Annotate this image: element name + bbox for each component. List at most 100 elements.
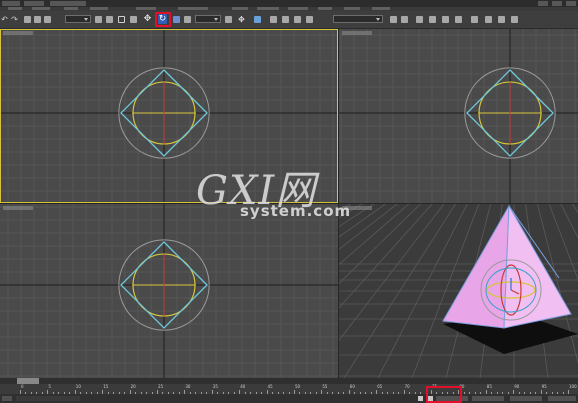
unlink-icon (34, 15, 41, 23)
keyboard-shortcut-toggle[interactable] (253, 14, 262, 24)
place-icon (184, 15, 191, 23)
angle-snap-toggle[interactable] (281, 14, 290, 24)
snap-icon (270, 15, 277, 23)
timeline-tick-label: 70 (404, 384, 410, 389)
track-bar[interactable]: 0 5 10 15 20 25 30 35 40 45 50 55 60 65 70 75 80 85 90 95 10… (0, 384, 578, 394)
z-coordinate-field[interactable] (510, 396, 542, 401)
layer-icon (416, 15, 423, 23)
timeline-tick-label: 20 (130, 384, 136, 389)
bind-spacewarp-icon (44, 15, 51, 23)
link-icon (24, 15, 31, 23)
workspace-selector[interactable] (50, 1, 86, 6)
keyboard-icon (254, 15, 261, 23)
menu-item[interactable] (8, 7, 22, 10)
align-button[interactable] (400, 14, 409, 24)
selection-filter-dropdown[interactable] (65, 15, 91, 23)
menu-item[interactable] (136, 7, 156, 10)
frame-window-icon (498, 15, 505, 23)
spinner-snap-toggle[interactable] (305, 14, 314, 24)
selection-region-icon (118, 15, 125, 23)
select-object-icon (95, 15, 102, 23)
place-button[interactable] (183, 14, 192, 24)
snaps-toggle[interactable] (269, 14, 278, 24)
mirror-button[interactable] (389, 14, 398, 24)
ribbon-icon (429, 15, 436, 23)
render-setup-button[interactable] (484, 14, 493, 24)
select-and-move-button[interactable]: ✥ (143, 14, 152, 24)
highlight-box-rotate (155, 12, 171, 27)
undo-button[interactable]: ↶ (0, 14, 9, 24)
menu-item[interactable] (344, 7, 360, 10)
named-selection-sets-dropdown[interactable] (333, 15, 383, 23)
lock-selection-icon[interactable] (418, 396, 423, 401)
pyramid-face-right (503, 204, 572, 329)
highlight-box-coordinates (426, 386, 462, 403)
viewport-label[interactable] (3, 206, 33, 210)
grid-size-field[interactable] (548, 396, 576, 401)
timeline-tick-label: 100 (569, 384, 577, 389)
material-editor-button[interactable] (470, 14, 479, 24)
timeline-tick-label: 85 (486, 384, 492, 389)
redo-button[interactable]: ↷ (10, 14, 19, 24)
selection-status-text (16, 396, 80, 401)
manipulate-icon: ✥ (238, 14, 245, 24)
menu-item[interactable] (64, 7, 78, 10)
selection-region-button[interactable] (117, 14, 126, 24)
select-manipulate-button[interactable]: ✥ (237, 14, 246, 24)
window-crossing-icon (130, 15, 137, 23)
menu-item[interactable] (318, 7, 332, 10)
minimize-button[interactable] (538, 1, 548, 6)
angle-snap-icon (282, 15, 289, 23)
watermark: GXI网 system.com (188, 158, 352, 248)
quick-access-toolbar[interactable] (24, 1, 44, 6)
menu-item[interactable] (288, 7, 308, 10)
app-menu-button[interactable] (2, 1, 20, 6)
rendered-frame-window-button[interactable] (497, 14, 506, 24)
layer-explorer-button[interactable] (415, 14, 424, 24)
select-object-button[interactable] (94, 14, 103, 24)
link-button[interactable] (23, 14, 32, 24)
curve-editor-icon (442, 15, 449, 23)
viewport-front-canvas (339, 29, 578, 203)
scale-icon (173, 15, 180, 23)
percent-snap-toggle[interactable] (293, 14, 302, 24)
spinner-snap-icon (306, 15, 313, 23)
timeline-tick-label: 65 (377, 384, 383, 389)
reference-coordinate-dropdown[interactable] (195, 15, 221, 23)
close-window-button[interactable] (566, 1, 576, 6)
maximize-button[interactable] (552, 1, 562, 6)
menu-item[interactable] (372, 7, 390, 10)
timeline-tick-label: 5 (48, 384, 51, 389)
menu-item[interactable] (232, 7, 248, 10)
select-by-name-button[interactable] (105, 14, 114, 24)
timeline-tick-label: 45 (267, 384, 273, 389)
menu-item[interactable] (90, 7, 108, 10)
viewport-label[interactable] (342, 31, 372, 35)
pivot-center-button[interactable] (224, 14, 233, 24)
main-toolbar: ↶ ↷ ✥ ↻ ✥ (0, 11, 578, 29)
viewport-front[interactable] (339, 29, 578, 203)
render-setup-icon (485, 15, 492, 23)
title-bar (0, 0, 578, 7)
graphite-ribbon-button[interactable] (428, 14, 437, 24)
y-coordinate-field[interactable] (472, 396, 504, 401)
viewport-label[interactable] (3, 31, 33, 35)
bind-spacewarp-button[interactable] (43, 14, 52, 24)
move-icon: ✥ (143, 14, 152, 24)
window-crossing-button[interactable] (129, 14, 138, 24)
curve-editor-button[interactable] (441, 14, 450, 24)
viewport-perspective[interactable] (339, 204, 578, 378)
menu-item[interactable] (178, 7, 208, 10)
timeline-tick-label: 95 (541, 384, 547, 389)
menu-item[interactable] (32, 7, 50, 10)
select-and-scale-button[interactable] (172, 14, 181, 24)
render-production-button[interactable] (510, 14, 519, 24)
menu-item[interactable] (257, 7, 279, 10)
schematic-view-button[interactable] (454, 14, 463, 24)
maxscript-listener-button[interactable] (2, 396, 12, 401)
watermark-url: system.com (240, 202, 352, 220)
unlink-button[interactable] (33, 14, 42, 24)
undo-icon: ↶ (1, 14, 8, 24)
select-by-name-icon (106, 15, 113, 23)
viewport-perspective-canvas (339, 204, 578, 378)
